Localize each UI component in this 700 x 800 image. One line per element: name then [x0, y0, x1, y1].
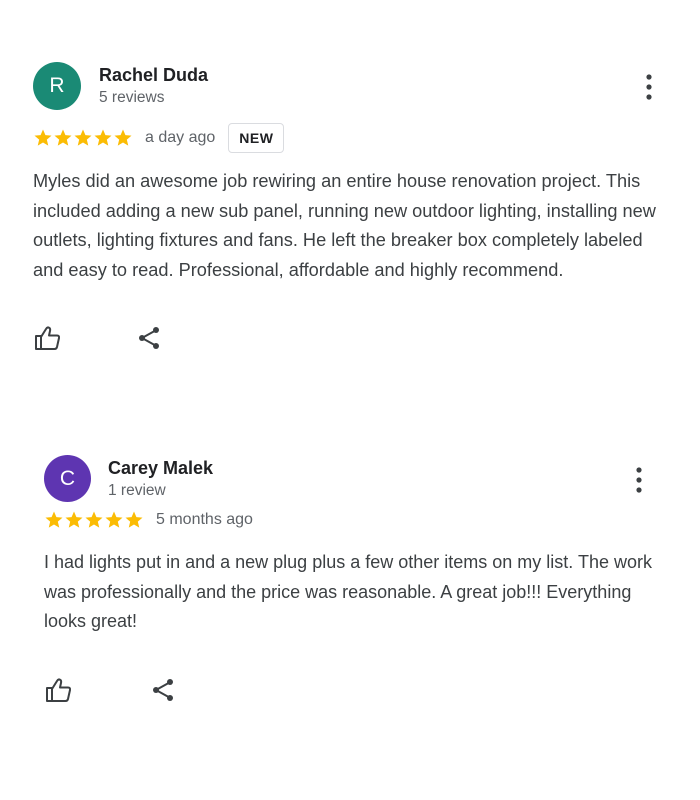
star-rating: [33, 128, 133, 148]
new-badge: NEW: [228, 123, 285, 153]
star-icon: [65, 511, 83, 528]
rating-row: a day ago NEW: [33, 123, 673, 153]
author-review-count: 1 review: [108, 482, 166, 499]
review-header: R Rachel Duda 5 reviews: [33, 62, 673, 112]
rating-row: 5 months ago: [44, 505, 664, 535]
star-icon: [94, 129, 112, 146]
star-rating: [44, 510, 144, 530]
share-button[interactable]: [135, 324, 163, 357]
more-options-button[interactable]: [642, 72, 656, 102]
review-actions: [44, 675, 664, 710]
review-text: Myles did an awesome job rewiring an ent…: [33, 171, 656, 280]
more-vert-icon: [646, 74, 652, 100]
review-actions: [33, 323, 673, 358]
avatar[interactable]: R: [33, 62, 81, 110]
author-name[interactable]: Rachel Duda: [99, 64, 208, 86]
star-icon: [125, 511, 143, 528]
share-icon: [139, 327, 159, 349]
star-icon: [45, 511, 63, 528]
more-options-button[interactable]: [632, 465, 646, 495]
share-icon: [153, 678, 173, 701]
more-vert-icon: [636, 467, 642, 493]
thumbs-up-icon: [46, 677, 72, 702]
review-header: C Carey Malek 1 review: [44, 455, 664, 505]
review-card: R Rachel Duda 5 reviews a day ago NEW My…: [33, 62, 673, 358]
star-icon: [74, 129, 92, 146]
review-card: C Carey Malek 1 review 5 months ago I ha…: [44, 455, 664, 710]
review-date: 5 months ago: [156, 511, 253, 528]
thumbs-up-icon: [35, 326, 61, 350]
like-button[interactable]: [33, 323, 63, 358]
star-icon: [54, 129, 72, 146]
author-block: Carey Malek 1 review: [108, 457, 213, 502]
star-icon: [34, 129, 52, 146]
author-review-count: 5 reviews: [99, 89, 165, 106]
author-name[interactable]: Carey Malek: [108, 457, 213, 479]
avatar[interactable]: C: [44, 455, 91, 502]
review-date: a day ago: [145, 129, 216, 146]
review-text: I had lights put in and a new plug plus …: [44, 552, 652, 631]
star-icon: [105, 511, 123, 528]
star-icon: [85, 511, 103, 528]
author-block: Rachel Duda 5 reviews: [99, 64, 208, 109]
share-button[interactable]: [149, 676, 177, 709]
like-button[interactable]: [44, 675, 74, 710]
star-icon: [114, 129, 132, 146]
